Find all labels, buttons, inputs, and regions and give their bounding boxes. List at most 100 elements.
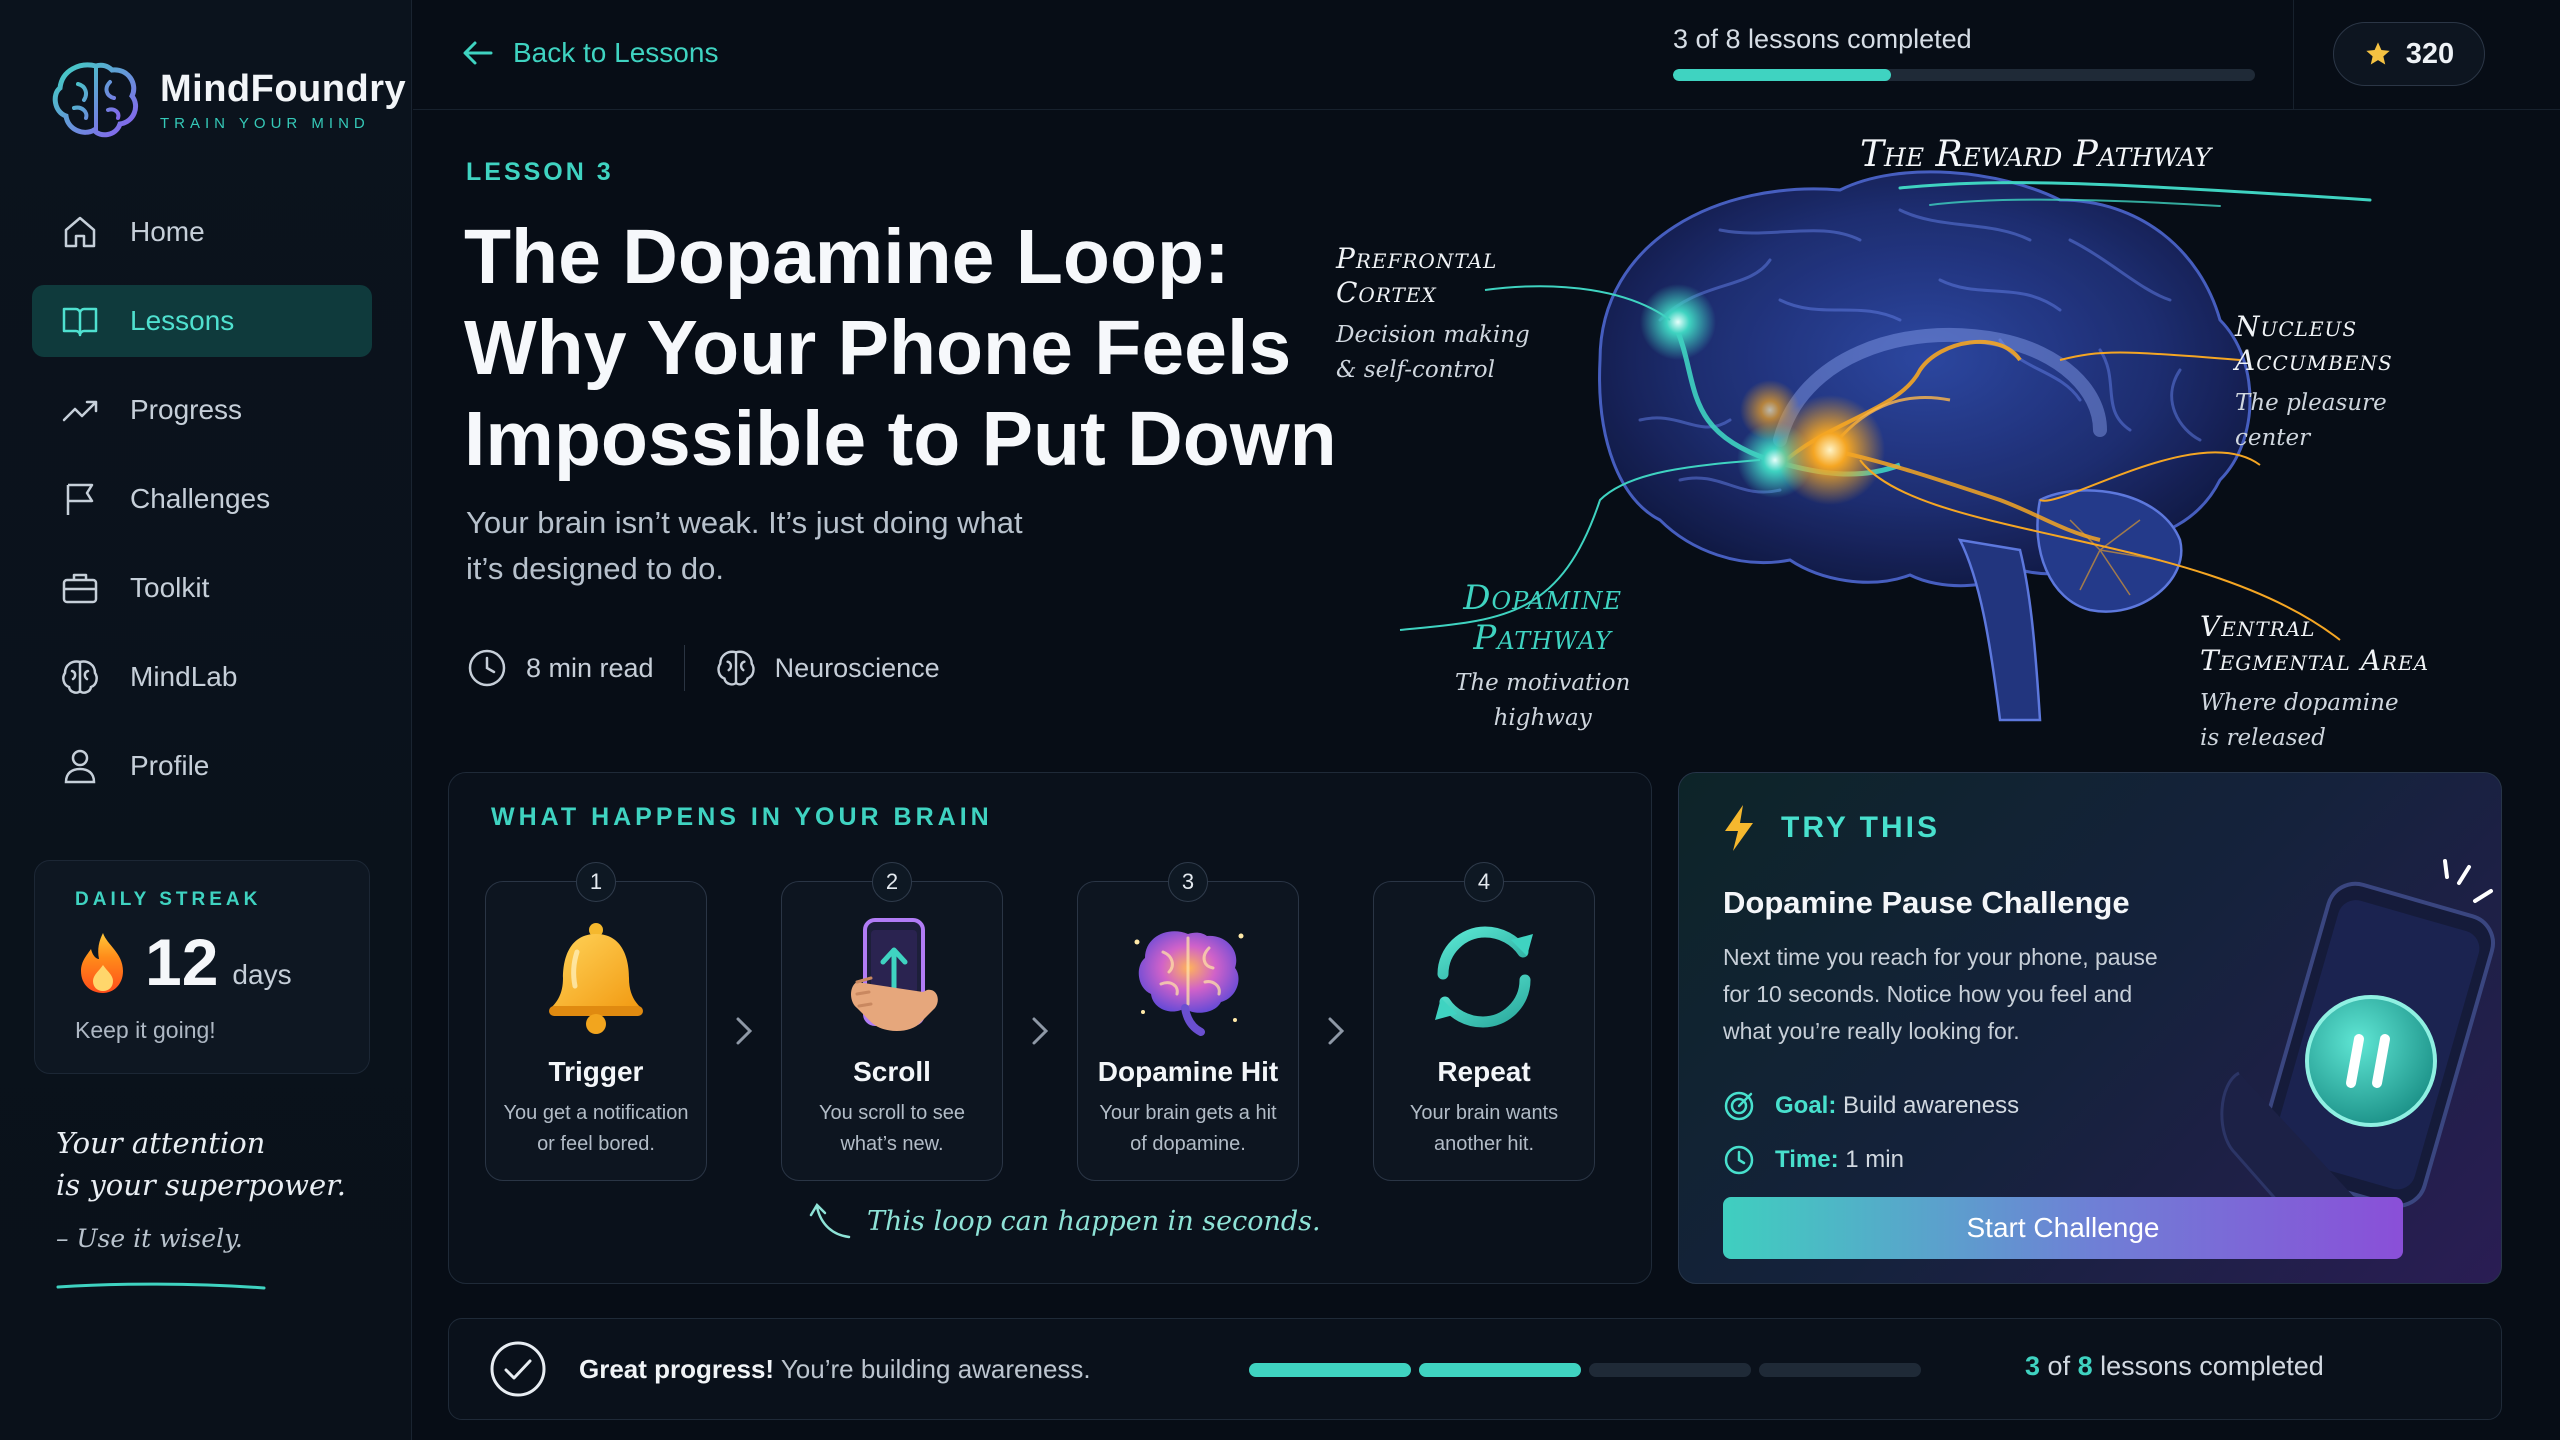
sidebar-item-label: Profile [130,750,210,781]
step-desc-line: what’s new. [840,1133,944,1155]
loop-steps: 1 Trigger You get a notification or feel… [485,862,1595,1181]
sidebar-item-label: Home [130,216,205,247]
curved-arrow-icon [809,1202,851,1239]
repeat-icon [1435,926,1533,1028]
progress-segment [1419,1363,1581,1377]
streak-count: 12 [145,925,219,999]
step-card-repeat[interactable]: 4 Repeat Your brain wants another hit. [1373,862,1595,1181]
sidebar-item-lessons[interactable]: Lessons [32,285,372,357]
target-icon [1724,1091,1754,1121]
segmented-progress [1249,1363,1921,1377]
annotation-title: Dopamine [1463,578,1623,618]
read-time-text: 8 min read [526,652,654,683]
book-icon [62,307,98,337]
step-name: Scroll [853,1056,931,1087]
brain-icon [62,660,98,694]
annotation-prefrontal-cortex: Prefrontal Cortex Decision making & self… [1336,242,1530,388]
annotation-sub-line: The pleasure [2235,390,2387,416]
category: Neuroscience [715,647,940,689]
chevron-right-icon [1299,1014,1373,1048]
progress-bar [1673,69,2255,81]
sidebar-item-label: MindLab [130,661,238,692]
step-card-trigger[interactable]: 1 Trigger You get a notification or feel… [485,862,707,1181]
annotation-title: Tegmental Area [2200,644,2430,677]
title-line-1: The Dopamine Loop: [464,214,1230,300]
progress-text: 3 of 8 lessons completed [1673,24,1972,54]
step-name: Dopamine Hit [1097,1056,1279,1087]
challenge-description: Next time you reach for your phone, paus… [1723,939,2203,1050]
diagram-heading: The Reward Pathway [1860,134,2212,175]
challenge-time: Time: 1 min [1723,1133,2019,1187]
briefcase-icon [62,573,98,604]
top-bar: Back to Lessons 3 of 8 lessons completed… [413,0,2560,110]
annotation-sub-line: highway [1493,705,1592,731]
loop-note-text: This loop can happen in seconds. [867,1205,1321,1237]
sidebar-item-toolkit[interactable]: Toolkit [32,552,372,624]
check-circle-icon [490,1341,546,1397]
sidebar-item-profile[interactable]: Profile [32,730,372,802]
annotation-dopamine-pathway: Dopamine Pathway The motivation highway [1455,578,1630,736]
step-card-dopamine-hit[interactable]: 3 Dopamine Hit Your brain gets a hit of … [1077,862,1299,1181]
arrow-left-icon [463,41,493,65]
bell-icon [549,923,643,1034]
step-desc-line: You get a notification [503,1102,689,1124]
goal-label: Goal: [1775,1092,1837,1119]
challenge-meta: Goal: Build awareness Time: 1 min [1723,1079,2019,1187]
start-challenge-button[interactable]: Start Challenge [1723,1197,2403,1259]
sidebar-item-mindlab[interactable]: MindLab [32,641,372,713]
quote-attribution: – Use it wisely. [56,1224,243,1253]
title-line-2: Why Your Phone Feels [464,305,1292,391]
step-desc-line: or feel bored. [537,1133,655,1155]
sidebar-item-label: Challenges [130,483,271,514]
back-to-lessons-link[interactable]: Back to Lessons [461,36,718,70]
brain-loop-card: WHAT HAPPENS IN YOUR BRAIN 1 Trigger You… [448,772,1652,1284]
trend-icon [62,400,98,422]
progress-message-text: You’re building awareness. [780,1353,1091,1384]
lesson-progress: 3 of 8 lessons completed [1673,24,2255,81]
subtitle-line-1: Your brain isn’t weak. It’s just doing w… [466,505,1023,540]
annotation-sub: Decision making & self-control [1336,318,1530,388]
step-number: 3 [1168,862,1208,902]
streak-note: Keep it going! [75,1017,216,1043]
quote-line-2: is your superpower. [56,1168,347,1202]
back-label: Back to Lessons [513,37,719,68]
step-number: 4 [1464,862,1504,902]
page-title: The Dopamine Loop: Why Your Phone Feels … [464,212,1344,485]
quote-line-1: Your attention [56,1126,266,1160]
loop-note: This loop can happen in seconds. [809,1201,1321,1241]
annotation-title: Pathway [1473,618,1612,658]
points-badge[interactable]: 320 [2333,22,2485,86]
step-desc-line: Your brain wants [1409,1102,1559,1124]
progress-segment [1589,1363,1751,1377]
sidebar-item-home[interactable]: Home [32,196,372,268]
step-desc-line: of dopamine. [1130,1133,1246,1155]
brand-logo[interactable]: MindFoundry TRAIN YOUR MIND [50,58,406,142]
total-count: 8 [2077,1351,2093,1381]
step-card-scroll[interactable]: 2 Scroll You scroll to see what’s new. [781,862,1003,1181]
user-icon [64,749,96,784]
lightning-icon [1725,805,1753,851]
completed-count: 3 [2025,1351,2041,1381]
sidebar-item-label: Lessons [130,305,235,336]
clock-icon [1724,1145,1754,1175]
step-description: Your brain wants another hit. [1384,1098,1584,1160]
sidebar-item-progress[interactable]: Progress [32,374,372,446]
goal-value: Build awareness [1843,1092,2020,1119]
section-title: WHAT HAPPENS IN YOUR BRAIN [491,803,993,831]
lesson-subtitle: Your brain isn’t weak. It’s just doing w… [466,500,1086,592]
glowing-brain-icon [1134,931,1244,1036]
progress-message-bold: Great progress! [579,1353,775,1384]
brand-tagline: TRAIN YOUR MIND [160,115,370,132]
step-number: 2 [872,862,912,902]
sidebar-item-challenges[interactable]: Challenges [32,463,372,535]
time-label: Time: [1775,1146,1839,1173]
annotation-title: Ventral [2200,610,2316,643]
streak-unit: days [232,959,292,990]
annotation-title: Cortex [1336,276,1437,309]
annotation-sub: Where dopamine is released [2200,686,2429,756]
phone-pause-illustration [2220,859,2495,1226]
try-this-header: TRY THIS [1721,803,1940,853]
progress-footer: Great progress! You’re building awarenes… [448,1318,2502,1420]
brain-logo-icon [52,62,138,138]
progress-bar-fill [1673,69,1892,81]
